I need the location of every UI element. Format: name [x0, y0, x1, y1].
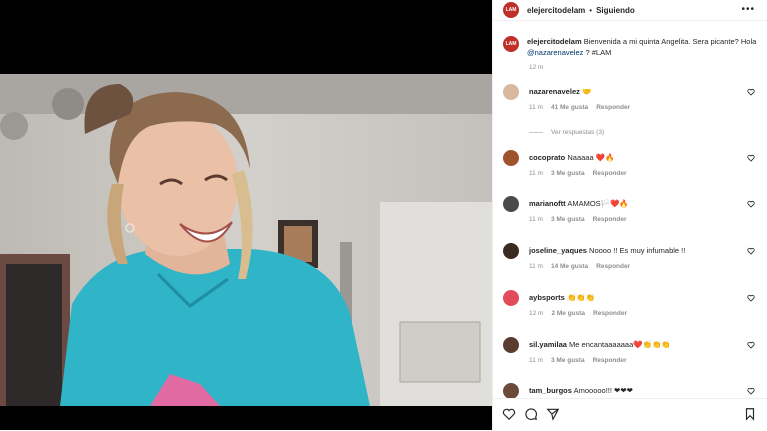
bookmark-icon[interactable] — [743, 407, 757, 421]
commenter-avatar[interactable] — [503, 383, 519, 399]
commenter-username[interactable]: marianoftt — [529, 199, 566, 208]
reply-button[interactable]: Responder — [593, 310, 627, 317]
comment-text: 🤝 — [581, 87, 592, 96]
comment-body: tam_burgos Amooooo!!! ❤❤❤ — [529, 386, 739, 395]
comment-row: nazarenavelez 🤝 11 m 41 Me gusta Responder — [503, 84, 757, 120]
comment-meta: 11 m 3 Me gusta Responder — [529, 216, 635, 223]
comments-panel: LAM elejercitodelam • Siguiendo ••• LAM … — [492, 0, 767, 430]
view-replies-link[interactable]: Ver respuestas (3) — [529, 129, 604, 136]
comment-likes[interactable]: 41 Me gusta — [551, 104, 588, 111]
comment-text: Noooo !! Es muy infumable !! — [589, 246, 686, 255]
comment-body: aybsports 👏👏👏 — [529, 293, 739, 302]
share-icon[interactable] — [546, 407, 560, 421]
comment-like-heart-icon[interactable] — [747, 88, 755, 96]
comment-time: 11 m — [529, 357, 543, 364]
reply-button[interactable]: Responder — [596, 104, 630, 111]
comment-likes[interactable]: 3 Me gusta — [551, 216, 585, 223]
post-photo[interactable] — [0, 74, 492, 406]
comment-likes[interactable]: 3 Me gusta — [551, 357, 585, 364]
author-avatar[interactable]: LAM — [503, 2, 519, 18]
comment-body: marianoftt AMAMOS🏳️❤️🔥 — [529, 199, 739, 208]
comment-time: 11 m — [529, 216, 543, 223]
comment-body: joseline_yaques Noooo !! Es muy infumabl… — [529, 246, 739, 255]
comment-text: AMAMOS🏳️❤️🔥 — [567, 199, 629, 208]
comment-like-heart-icon[interactable] — [747, 200, 755, 208]
comment-meta: 11 m 3 Me gusta Responder — [529, 170, 635, 177]
commenter-avatar[interactable] — [503, 243, 519, 259]
view-replies-label: Ver respuestas (3) — [551, 129, 605, 136]
heart-icon[interactable] — [502, 407, 516, 421]
post-header: LAM elejercitodelam • Siguiendo ••• — [493, 0, 767, 21]
comment-meta: 11 m 14 Me gusta Responder — [529, 263, 638, 270]
comment-row: sil.yamilaa Me encantaaaaaaa❤️👏👏👏 11 m 3 M… — [503, 337, 757, 373]
commenter-username[interactable]: nazarenavelez — [529, 87, 580, 96]
comment-like-heart-icon[interactable] — [747, 154, 755, 162]
caption-mention[interactable]: @nazarenavelez — [527, 48, 583, 57]
comment-body: cocoprato Naaaaa ❤️🔥 — [529, 153, 739, 162]
comment-row: cocoprato Naaaaa ❤️🔥 11 m 3 Me gusta Respon… — [503, 150, 757, 186]
commenter-username[interactable]: cocoprato — [529, 153, 565, 162]
comment-row: marianoftt AMAMOS🏳️❤️🔥 11 m 3 Me gusta Resp… — [503, 196, 757, 232]
comment-row: joseline_yaques Noooo !! Es muy infumabl… — [503, 243, 757, 279]
comment-like-heart-icon[interactable] — [747, 387, 755, 395]
commenter-username[interactable]: joseline_yaques — [529, 246, 587, 255]
comment-like-heart-icon[interactable] — [747, 247, 755, 255]
commenter-avatar[interactable] — [503, 290, 519, 306]
comment-body: nazarenavelez 🤝 — [529, 87, 739, 96]
comment-text: Naaaaa ❤️🔥 — [567, 153, 615, 162]
comment-like-heart-icon[interactable] — [747, 294, 755, 302]
comment-text: Me encantaaaaaaa❤️👏👏👏 — [569, 340, 671, 349]
more-icon[interactable]: ••• — [741, 4, 755, 15]
comment-likes[interactable]: 3 Me gusta — [551, 170, 585, 177]
photo-illustration — [0, 74, 492, 406]
reply-button[interactable]: Responder — [593, 357, 627, 364]
comment-text: 👏👏👏 — [566, 293, 595, 302]
caption-avatar-logo-text: LAM — [505, 40, 517, 47]
comment-icon[interactable] — [524, 407, 538, 421]
commenter-avatar[interactable] — [503, 196, 519, 212]
post-media[interactable] — [0, 0, 492, 430]
commenter-username[interactable]: aybsports — [529, 293, 565, 302]
caption-text: Bienvenida a mi quinta Angelita. Sera pi… — [583, 37, 757, 46]
comment-meta: 11 m 41 Me gusta Responder — [529, 104, 638, 111]
author-avatar-logo-text: LAM — [505, 7, 517, 13]
post-caption: LAM elejercitodelam Bienvenida a mi quin… — [503, 36, 757, 58]
comment-likes[interactable]: 2 Me gusta — [551, 310, 585, 317]
comment-likes[interactable]: 14 Me gusta — [551, 263, 588, 270]
replies-divider — [529, 132, 543, 133]
comment-time: 11 m — [529, 170, 543, 177]
commenter-avatar[interactable] — [503, 337, 519, 353]
comment-meta: 11 m 3 Me gusta Responder — [529, 357, 635, 364]
comment-meta: 12 m 2 Me gusta Responder — [529, 310, 635, 317]
author-username[interactable]: elejercitodelam — [527, 6, 585, 15]
reply-button[interactable]: Responder — [593, 216, 627, 223]
comment-time: 11 m — [529, 104, 543, 111]
commenter-avatar[interactable] — [503, 84, 519, 100]
comment-row: aybsports 👏👏👏 12 m 2 Me gusta Responder — [503, 290, 757, 326]
comment-time: 12 m — [529, 310, 544, 317]
comment-body: sil.yamilaa Me encantaaaaaaa❤️👏👏👏 — [529, 340, 739, 349]
comment-time: 11 m — [529, 263, 543, 270]
reply-button[interactable]: Responder — [596, 263, 630, 270]
reply-button[interactable]: Responder — [593, 170, 627, 177]
commenter-username[interactable]: sil.yamilaa — [529, 340, 567, 349]
caption-avatar[interactable]: LAM — [503, 36, 519, 52]
action-bar — [493, 398, 767, 431]
caption-time: 12 m — [529, 64, 544, 71]
commenter-username[interactable]: tam_burgos — [529, 386, 572, 395]
caption-hashtag[interactable]: ? #LAM — [586, 48, 612, 57]
caption-username[interactable]: elejercitodelam — [527, 37, 582, 46]
comment-text: Amooooo!!! ❤❤❤ — [573, 386, 633, 395]
comment-like-heart-icon[interactable] — [747, 341, 755, 349]
commenter-avatar[interactable] — [503, 150, 519, 166]
following-button[interactable]: Siguiendo — [596, 6, 635, 15]
header-separator: • — [589, 5, 593, 15]
